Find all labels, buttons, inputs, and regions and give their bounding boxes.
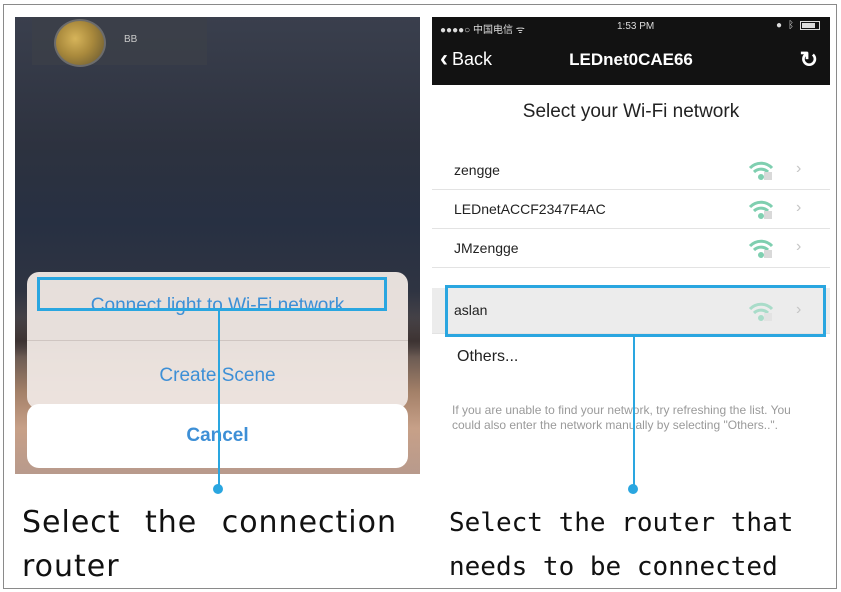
left-top-bar: BB — [32, 17, 207, 67]
network-name: JMzengge — [454, 240, 519, 256]
chevron-right-icon: › — [796, 160, 802, 177]
top-bar-badge: BB — [124, 34, 138, 45]
callout-dot-right — [628, 484, 638, 494]
select-wifi-heading: Select your Wi-Fi network — [522, 101, 740, 122]
callout-line-right — [633, 337, 635, 489]
callout-dot-left — [213, 484, 223, 494]
wifi-lock-icon — [748, 200, 774, 219]
highlight-box-router — [445, 285, 826, 337]
battery-icon — [800, 21, 820, 30]
help-text: If you are unable to find your network, … — [452, 403, 791, 432]
others-option[interactable]: Others... — [457, 348, 518, 366]
bluetooth-icon: ᛒ — [788, 20, 794, 31]
wifi-network-row[interactable]: LEDnetACCF2347F4AC › — [432, 190, 830, 229]
nav-bar: ‹ Back LEDnet0CAE66 ↻ — [432, 37, 830, 85]
highlight-box-connect — [37, 277, 387, 311]
network-name: zengge — [454, 162, 500, 178]
nav-title: LEDnet0CAE66 — [569, 50, 693, 69]
wifi-lock-icon — [748, 239, 774, 258]
status-bar: ●●●●○ 中国电信 ᯤ 1:53 PM ● ᛒ — [432, 17, 830, 37]
carrier-signal: ●●●●○ 中国电信 ᯤ — [440, 25, 525, 36]
status-time: 1:53 PM — [617, 21, 655, 32]
wifi-network-row[interactable]: JMzengge › — [432, 229, 830, 268]
caption-left: Select the connection router — [22, 505, 397, 584]
right-phone-screen: ●●●●○ 中国电信 ᯤ 1:53 PM ● ᛒ ‹ Back LEDnet0C… — [432, 17, 830, 474]
status-icons: ● ᛒ — [776, 20, 820, 31]
callout-line-left — [218, 311, 220, 489]
chevron-right-icon: › — [796, 199, 802, 216]
refresh-icon[interactable]: ↻ — [800, 47, 818, 73]
network-name: LEDnetACCF2347F4AC — [454, 201, 606, 217]
location-icon: ● — [775, 20, 782, 31]
avatar[interactable] — [54, 19, 106, 67]
wifi-network-row[interactable]: zengge › — [432, 151, 830, 190]
wifi-lock-icon — [748, 161, 774, 180]
chevron-right-icon: › — [796, 238, 802, 255]
caption-right: Select the router that needs to be conne… — [449, 508, 794, 582]
